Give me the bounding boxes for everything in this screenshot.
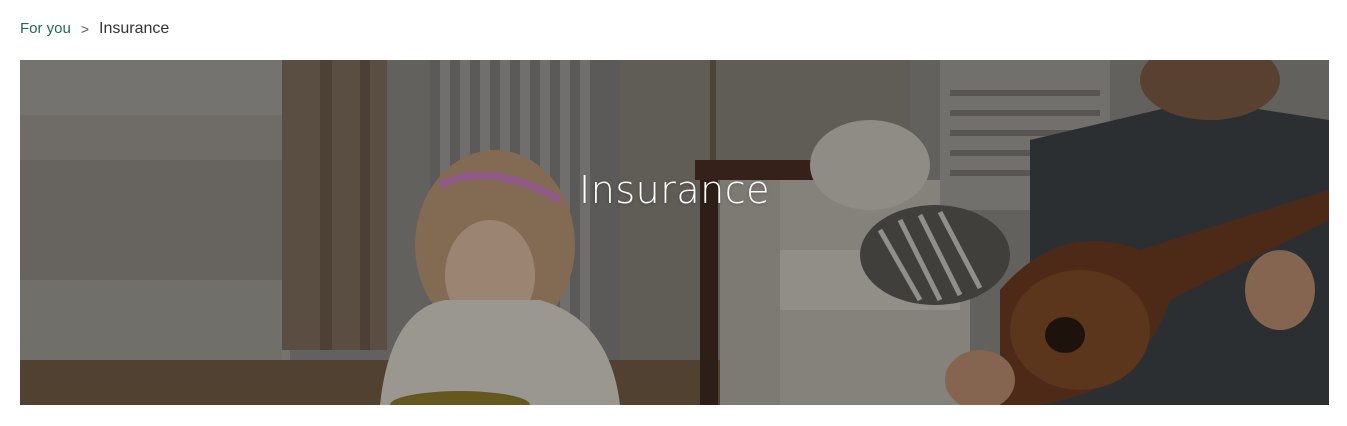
hero-banner: Insurance bbox=[20, 60, 1329, 405]
breadcrumb-link-for-you[interactable]: For you bbox=[20, 19, 71, 39]
hero-image bbox=[20, 60, 1329, 405]
breadcrumb-separator: > bbox=[80, 21, 90, 37]
breadcrumb: For you > Insurance bbox=[20, 19, 169, 39]
hero-title: Insurance bbox=[579, 168, 770, 213]
breadcrumb-current-page: Insurance bbox=[99, 20, 170, 37]
